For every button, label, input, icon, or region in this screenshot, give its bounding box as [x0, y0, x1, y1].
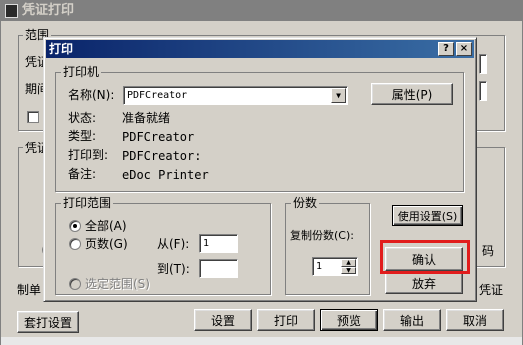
preview-button[interactable]: 预览: [320, 309, 378, 331]
outer-bottom-strip: [1, 337, 522, 345]
range-selection-label[interactable]: 选定范围(S): [85, 277, 150, 291]
ok-highlight-box: [380, 240, 470, 274]
close-icon[interactable]: ×: [456, 42, 472, 56]
export-button[interactable]: 输出: [383, 309, 441, 331]
range-all-label[interactable]: 全部(A): [85, 219, 127, 233]
abandon-button[interactable]: 放弃: [385, 272, 463, 294]
printer-comment-label: 备注:: [68, 167, 97, 181]
range-all-radio[interactable]: [69, 220, 81, 232]
printer-name-label: 名称(N):: [68, 88, 115, 102]
range-pages-label[interactable]: 页数(G): [85, 237, 128, 251]
copies-spinner[interactable]: ▲ ▼: [341, 259, 356, 274]
printer-where-value: PDFCreator:: [122, 149, 202, 163]
spin-up-icon[interactable]: ▲: [341, 259, 356, 267]
outer-title-bar: 凭证打印: [1, 1, 522, 21]
outer-voucher-right-label: 凭证: [479, 283, 504, 297]
chevron-down-icon[interactable]: ▼: [331, 88, 346, 103]
outer-checkbox[interactable]: [27, 111, 39, 123]
dialog-title-bar: 打印 ? ×: [46, 40, 474, 58]
outer-field-1[interactable]: [479, 54, 487, 74]
printer-type-label: 类型:: [68, 129, 97, 143]
printer-group-label: 打印机: [61, 65, 102, 79]
range-to-label: 到(T):: [157, 262, 190, 276]
range-pages-radio[interactable]: [69, 238, 81, 250]
use-settings-button[interactable]: 使用设置(S): [392, 205, 463, 226]
template-setup-button[interactable]: 套打设置: [17, 311, 79, 333]
outer-field-2[interactable]: [479, 81, 487, 101]
printer-comment-value: eDoc Printer: [122, 168, 209, 182]
printer-name-select[interactable]: PDFCreator ▼: [123, 86, 348, 105]
copies-group-label: 份数: [291, 196, 320, 210]
range-selection-radio[interactable]: [69, 278, 81, 290]
printer-properties-button[interactable]: 属性(P): [371, 83, 453, 105]
printer-where-label: 打印到:: [68, 148, 109, 162]
printer-status-label: 状态:: [68, 111, 97, 125]
printer-status-value: 准备就绪: [122, 111, 171, 125]
spin-down-icon[interactable]: ▼: [341, 267, 356, 274]
cancel-button[interactable]: 取消: [446, 309, 504, 331]
range-from-label: 从(F):: [157, 237, 190, 251]
range-from-input[interactable]: 1: [199, 234, 238, 253]
settings-button[interactable]: 设置: [194, 309, 252, 331]
outer-maker-label: 制单: [17, 283, 42, 297]
printer-type-value: PDFCreator: [122, 130, 195, 144]
copies-count-label: 复制份数(C):: [290, 229, 354, 242]
printer-name-value: PDFCreator: [127, 90, 188, 101]
copies-group: [285, 203, 370, 295]
print-range-label: 打印范围: [61, 196, 114, 210]
app-icon: [5, 4, 18, 18]
print-button[interactable]: 打印: [257, 309, 315, 331]
dialog-title: 打印: [49, 42, 74, 56]
outer-title: 凭证打印: [22, 3, 75, 18]
help-icon[interactable]: ?: [438, 42, 454, 56]
outer-code-label: 码: [482, 244, 495, 258]
range-to-input[interactable]: [199, 259, 238, 278]
